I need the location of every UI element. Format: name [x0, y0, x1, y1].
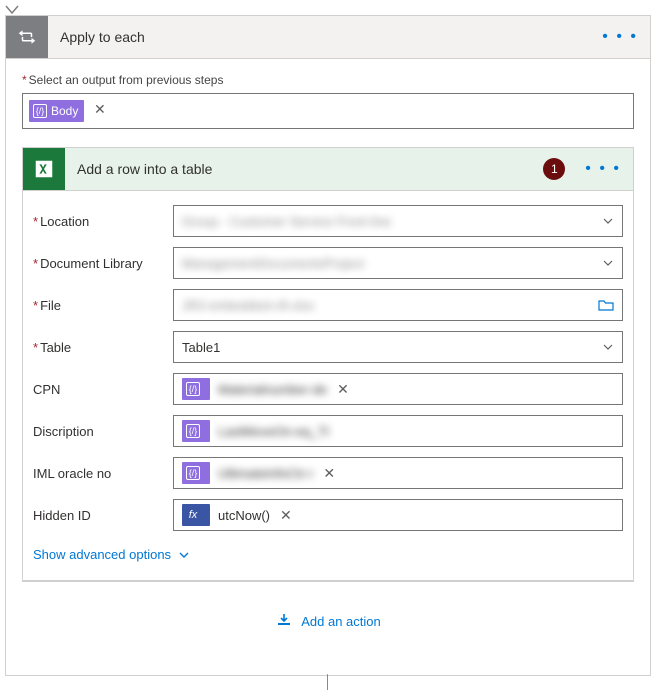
select-output-input[interactable]: {/} Body ✕ [22, 93, 634, 129]
apply-to-each-header[interactable]: Apply to each • • • [6, 16, 650, 58]
select-output-label: *Select an output from previous steps [22, 73, 634, 87]
chevron-down-icon [602, 215, 614, 227]
fx-token[interactable]: fx [182, 504, 210, 526]
add-action-area: Add an action [22, 581, 634, 657]
hidden-id-label: Hidden ID [33, 508, 173, 523]
table-label: *Table [33, 340, 173, 355]
dynamic-content-icon: {/} [186, 466, 200, 480]
add-action-icon [275, 612, 293, 630]
dynamic-content-icon: {/} [33, 104, 47, 118]
field-row-table: *Table Table1 [33, 331, 623, 363]
dynamic-content-icon: {/} [186, 424, 200, 438]
add-row-card: Add a row into a table 1 • • • *Location… [22, 147, 634, 581]
table-select[interactable]: Table1 [173, 331, 623, 363]
show-advanced-options[interactable]: Show advanced options [33, 541, 190, 572]
body-token-remove[interactable]: ✕ [94, 101, 106, 117]
file-picker[interactable]: JR3 embedded-cft.xlsx [173, 289, 623, 321]
doclib-label: *Document Library [33, 256, 173, 271]
doclib-select[interactable]: ManagementDocumentsProject [173, 247, 623, 279]
cpn-input[interactable]: {/} Materialnumber-de ✕ [173, 373, 623, 405]
field-row-hidden-id: Hidden ID fx utcNow() ✕ [33, 499, 623, 531]
iml-token-remove[interactable]: ✕ [323, 465, 335, 482]
dynamic-content-icon: {/} [186, 382, 200, 396]
chevron-down-icon [602, 257, 614, 269]
field-row-iml: IML oracle no {/} UltimateInfoCtr-r ✕ [33, 457, 623, 489]
body-token[interactable]: {/} Body [29, 100, 84, 122]
cpn-token-remove[interactable]: ✕ [337, 381, 349, 398]
field-row-file: *File JR3 embedded-cft.xlsx [33, 289, 623, 321]
iml-token[interactable]: {/} [182, 462, 210, 484]
connector-top [5, 5, 651, 15]
loop-icon [6, 16, 48, 58]
discription-label: Discription [33, 424, 173, 439]
error-badge[interactable]: 1 [543, 158, 565, 180]
iml-input[interactable]: {/} UltimateInfoCtr-r ✕ [173, 457, 623, 489]
add-action-button[interactable]: Add an action [275, 612, 381, 630]
chevron-down-icon [602, 341, 614, 353]
location-select[interactable]: Group - Customer Service Front line [173, 205, 623, 237]
apply-to-each-menu[interactable]: • • • [590, 28, 650, 46]
field-row-discription: Discription {/} LastMoveOn-eq_TI [33, 415, 623, 447]
add-row-title: Add a row into a table [65, 161, 543, 177]
file-label: *File [33, 298, 173, 313]
field-row-doclib: *Document Library ManagementDocumentsPro… [33, 247, 623, 279]
discription-input[interactable]: {/} LastMoveOn-eq_TI [173, 415, 623, 447]
apply-to-each-body: *Select an output from previous steps {/… [6, 58, 650, 675]
fx-icon: fx [186, 508, 200, 522]
iml-label: IML oracle no [33, 466, 173, 481]
excel-icon [23, 148, 65, 190]
hidden-id-token-remove[interactable]: ✕ [280, 507, 292, 524]
folder-icon[interactable] [598, 298, 614, 312]
location-label: *Location [33, 214, 173, 229]
apply-to-each-title: Apply to each [48, 29, 590, 45]
field-row-cpn: CPN {/} Materialnumber-de ✕ [33, 373, 623, 405]
add-row-header[interactable]: Add a row into a table 1 • • • [23, 148, 633, 190]
cpn-token[interactable]: {/} [182, 378, 210, 400]
add-row-fields: *Location Group - Customer Service Front… [23, 190, 633, 580]
discription-token[interactable]: {/} [182, 420, 210, 442]
add-row-menu[interactable]: • • • [573, 160, 633, 178]
chevron-down-icon [178, 549, 190, 561]
cpn-label: CPN [33, 382, 173, 397]
field-row-location: *Location Group - Customer Service Front… [33, 205, 623, 237]
apply-to-each-card: Apply to each • • • *Select an output fr… [5, 15, 651, 676]
connector-bottom: │ [5, 676, 651, 688]
hidden-id-input[interactable]: fx utcNow() ✕ [173, 499, 623, 531]
